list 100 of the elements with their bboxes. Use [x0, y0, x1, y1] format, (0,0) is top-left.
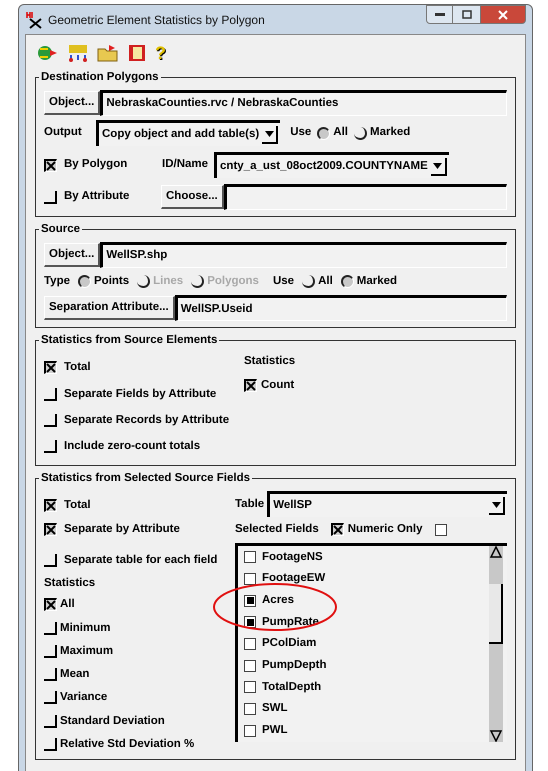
output-dropdown[interactable]: Copy object and add table(s): [96, 120, 280, 146]
text-field[interactable]: NebraskaCounties.rvc / NebraskaCounties: [100, 90, 507, 116]
field-label: Type: [44, 274, 70, 289]
maximize-icon: [462, 10, 472, 19]
checkbox[interactable]: [44, 738, 57, 751]
list-checkbox[interactable]: [244, 573, 256, 585]
checkbox-label: Count: [261, 378, 294, 392]
close-button[interactable]: [480, 5, 526, 24]
checkbox[interactable]: [44, 598, 57, 612]
list-item[interactable]: Acres: [262, 592, 294, 610]
section-label: Statistics: [244, 354, 296, 370]
field-label: Table: [235, 496, 264, 512]
maximize-button[interactable]: [453, 5, 480, 24]
app-logo-icon: [25, 10, 43, 28]
checkbox-label: Total: [64, 360, 91, 376]
field-label: Output: [44, 125, 83, 140]
separation-attribute-button[interactable]: Separation Attribute...: [44, 296, 175, 320]
checkbox[interactable]: [44, 714, 57, 728]
checkbox-label: Separate table for each field: [64, 552, 218, 568]
list-checkbox[interactable]: [244, 616, 256, 628]
checkbox[interactable]: [44, 190, 57, 204]
list-item[interactable]: PumpRate: [262, 614, 319, 631]
list-checkbox[interactable]: [244, 660, 256, 672]
radio-label: Points: [94, 274, 130, 289]
checkbox-label: Separate Records by Attribute: [64, 412, 230, 428]
radio-button[interactable]: [354, 126, 367, 140]
text-field[interactable]: WellSP.Useid: [174, 295, 507, 322]
list-checkbox[interactable]: [244, 638, 256, 650]
list-item[interactable]: PWL: [262, 722, 288, 740]
checkbox-label: All: [60, 597, 75, 612]
checkbox[interactable]: [44, 522, 57, 536]
attribute-field[interactable]: [224, 184, 507, 210]
section-label: Statistics: [44, 576, 96, 591]
list-checkbox[interactable]: [244, 681, 256, 694]
radio-label: All: [333, 125, 348, 140]
scroll-thumb[interactable]: [489, 584, 503, 644]
checkbox-label: Numeric Only: [348, 522, 423, 538]
checkbox[interactable]: [244, 378, 257, 392]
radio-button[interactable]: [78, 275, 91, 288]
object-button[interactable]: Object...: [44, 91, 100, 115]
checkbox-label: By Attribute: [64, 189, 130, 204]
checkbox-label: By Polygon: [64, 157, 128, 172]
checkbox[interactable]: [44, 554, 57, 567]
checkbox-label: Total: [64, 498, 91, 514]
checkbox-label: Separate by Attribute: [64, 522, 180, 536]
window-title: Geometric Element Statistics by Polygon: [48, 12, 265, 28]
table-dropdown[interactable]: WellSP: [267, 491, 507, 518]
list-item[interactable]: PumpDepth: [262, 657, 327, 674]
radio-label: Marked: [356, 274, 398, 289]
scroll-up-icon[interactable]: [489, 546, 503, 558]
radio-label: Marked: [370, 125, 410, 140]
radio-label: Polygons: [207, 274, 259, 289]
close-icon: [498, 10, 508, 20]
field-label: Use: [272, 274, 294, 289]
checkbox[interactable]: [44, 388, 57, 401]
checkbox[interactable]: [44, 499, 57, 512]
checkbox[interactable]: [44, 668, 57, 682]
radio-button[interactable]: [317, 126, 330, 140]
list-item[interactable]: TotalDepth: [262, 678, 322, 696]
select-all-checkbox[interactable]: [434, 524, 447, 536]
list-checkbox[interactable]: [244, 703, 256, 716]
checkbox[interactable]: [44, 691, 57, 704]
field-label: Selected Fields: [235, 522, 319, 538]
checkbox-label: Standard Deviation: [60, 714, 165, 728]
checkbox[interactable]: [44, 644, 57, 658]
list-item[interactable]: SWL: [262, 700, 288, 718]
field-label: ID/Name: [162, 157, 208, 172]
list-checkbox[interactable]: [244, 594, 256, 607]
minimize-icon: [434, 12, 444, 16]
checkbox-label: Relative Std Deviation %: [60, 736, 194, 752]
checkbox[interactable]: [44, 414, 57, 427]
radio-label: Lines: [153, 274, 184, 289]
checkbox-label: Minimum: [60, 620, 110, 636]
list-item[interactable]: FootageNS: [262, 548, 323, 566]
object-button[interactable]: Object...: [44, 243, 100, 267]
folder-icon[interactable]: [97, 43, 119, 63]
scroll-down-icon[interactable]: [489, 730, 503, 742]
run-icon[interactable]: [37, 43, 59, 63]
checkbox[interactable]: [330, 523, 344, 536]
radio-label: All: [318, 274, 333, 289]
checkbox[interactable]: [44, 622, 57, 635]
radio-button[interactable]: [340, 275, 354, 288]
list-item[interactable]: PColDiam: [262, 635, 316, 653]
text-field[interactable]: WellSP.shp: [100, 242, 507, 268]
scrollbar[interactable]: [489, 546, 503, 742]
list-checkbox[interactable]: [244, 724, 256, 737]
checkbox-label: Variance: [60, 690, 108, 706]
checkbox-label: Separate Fields by Attribute: [64, 386, 216, 402]
choose-button[interactable]: Choose...: [161, 185, 224, 209]
checkbox[interactable]: [44, 158, 57, 172]
radio-button[interactable]: [302, 275, 316, 288]
id-name-dropdown[interactable]: cnty_a_ust_08oct2009.COUNTYNAME: [214, 152, 449, 178]
checkbox[interactable]: [44, 440, 57, 454]
checkbox[interactable]: [44, 361, 57, 374]
list-checkbox[interactable]: [244, 551, 256, 564]
checkbox-label: Include zero-count totals: [64, 439, 200, 454]
list-item[interactable]: FootageEW: [262, 570, 326, 588]
minimize-button[interactable]: [426, 5, 453, 24]
checkbox-label: Maximum: [60, 644, 114, 659]
checkbox-label: Mean: [60, 667, 90, 682]
